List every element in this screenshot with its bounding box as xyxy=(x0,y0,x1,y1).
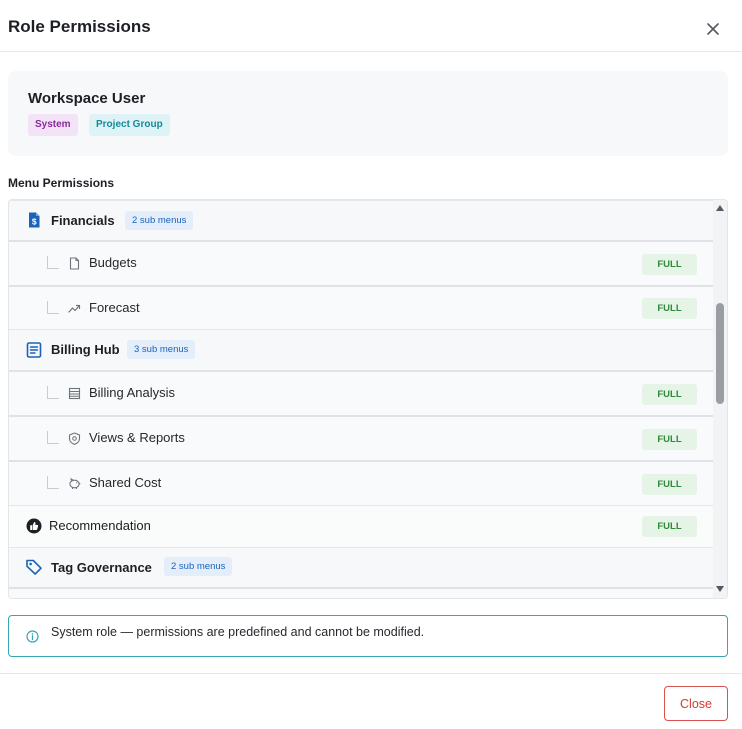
scroll-up-arrow-icon[interactable] xyxy=(716,205,724,211)
tree-connector xyxy=(47,476,59,489)
sub-menu-count-badge: 2 sub menus xyxy=(125,211,194,230)
list-document-icon xyxy=(26,342,42,358)
tree-connector xyxy=(47,386,59,399)
role-name: Workspace User xyxy=(28,90,146,107)
trend-up-icon xyxy=(68,304,81,313)
sub-menu-item-forecast[interactable]: Forecast FULL xyxy=(9,287,713,330)
list-item xyxy=(9,589,713,598)
read-only-notice: System role — permissions are predefined… xyxy=(8,615,728,657)
sub-menu-label: Views & Reports xyxy=(89,430,185,445)
close-icon[interactable] xyxy=(704,20,722,38)
scrollbar-thumb[interactable] xyxy=(716,303,724,404)
menu-item-tag-governance[interactable]: Tag Governance 2 sub menus xyxy=(9,548,713,589)
menu-item-billing-hub[interactable]: Billing Hub 3 sub menus xyxy=(9,330,713,372)
sub-menu-count-badge: 2 sub menus xyxy=(164,557,233,576)
menu-item-label: Tag Governance xyxy=(51,560,152,575)
menu-item-label: Financials xyxy=(51,213,115,228)
access-level-badge: FULL xyxy=(642,429,697,450)
sub-menu-label: Budgets xyxy=(89,255,137,270)
menu-item-label: Recommendation xyxy=(49,518,151,533)
info-icon xyxy=(26,630,39,643)
sub-menu-item-views-reports[interactable]: Views & Reports FULL xyxy=(9,417,713,462)
sub-menu-item-budgets[interactable]: Budgets FULL xyxy=(9,242,713,287)
tag-icon xyxy=(26,559,42,575)
permissions-scroll-area[interactable]: $ Financials 2 sub menus Budgets FULL Fo… xyxy=(9,200,713,598)
access-level-badge: FULL xyxy=(642,298,697,319)
svg-text:$: $ xyxy=(32,217,37,227)
menu-item-label: Billing Hub xyxy=(51,342,120,357)
tree-connector xyxy=(47,301,59,314)
tree-connector xyxy=(47,256,59,269)
notice-text: System role — permissions are predefined… xyxy=(51,625,425,639)
permissions-list: $ Financials 2 sub menus Budgets FULL Fo… xyxy=(8,199,728,599)
menu-item-recommendation[interactable]: Recommendation FULL xyxy=(9,506,713,548)
sub-menu-item-billing-analysis[interactable]: Billing Analysis FULL xyxy=(9,372,713,417)
role-tag-project-group: Project Group xyxy=(89,114,170,136)
scroll-down-arrow-icon[interactable] xyxy=(716,586,724,592)
sub-menu-label: Shared Cost xyxy=(89,475,162,490)
sub-menu-item-shared-cost[interactable]: Shared Cost FULL xyxy=(9,462,713,506)
menu-permissions-label: Menu Permissions xyxy=(8,176,115,190)
role-tag-system: System xyxy=(28,114,78,136)
close-button[interactable]: Close xyxy=(664,686,728,721)
tree-connector xyxy=(47,431,59,444)
dialog-title: Role Permissions xyxy=(8,17,151,36)
sub-menu-count-badge: 3 sub menus xyxy=(127,340,196,359)
access-level-badge: FULL xyxy=(642,384,697,405)
table-icon xyxy=(68,387,81,400)
piggy-bank-icon xyxy=(69,477,81,489)
sub-menu-label: Forecast xyxy=(89,300,140,315)
footer-divider xyxy=(0,673,742,674)
thumbs-up-icon xyxy=(26,518,42,534)
access-level-badge: FULL xyxy=(642,474,697,495)
role-summary-card: Workspace User System Project Group xyxy=(8,71,728,156)
dialog-header: Role Permissions xyxy=(0,0,742,52)
access-level-badge: FULL xyxy=(642,254,697,275)
menu-item-financials[interactable]: $ Financials 2 sub menus xyxy=(9,201,713,242)
sub-menu-label: Billing Analysis xyxy=(89,385,175,400)
access-level-badge: FULL xyxy=(642,516,697,537)
shield-icon xyxy=(68,432,81,445)
dollar-document-icon: $ xyxy=(29,212,40,228)
document-icon xyxy=(69,257,80,270)
